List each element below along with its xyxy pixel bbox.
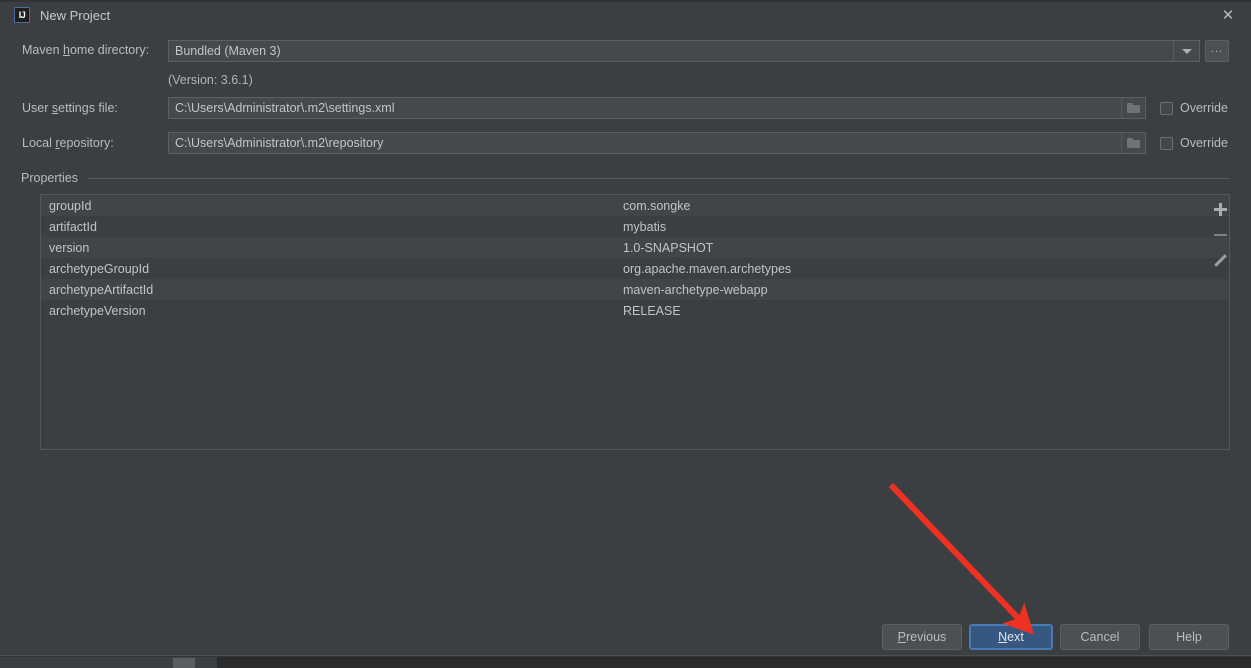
- intellij-idea-icon: IJ: [14, 7, 30, 23]
- maven-version-note: (Version: 3.6.1): [168, 73, 253, 87]
- table-row[interactable]: archetypeGroupId org.apache.maven.archety…: [41, 258, 1229, 279]
- folder-browse-icon[interactable]: [1121, 98, 1145, 118]
- property-key-cell: artifactId: [49, 219, 97, 234]
- properties-group-title: Properties: [21, 171, 84, 185]
- add-property-button[interactable]: [1207, 196, 1233, 222]
- local-repository-label-post: epository:: [59, 136, 114, 150]
- property-value-cell: RELEASE: [623, 303, 681, 318]
- property-value-cell: org.apache.maven.archetypes: [623, 261, 792, 276]
- table-row[interactable]: groupId com.songke: [41, 195, 1229, 216]
- maven-home-label-post: ome directory:: [69, 43, 150, 57]
- new-project-dialog: IJ New Project ✕ Maven home directory: B…: [0, 0, 1251, 668]
- cancel-button[interactable]: Cancel: [1060, 624, 1140, 650]
- property-value-cell: 1.0-SNAPSHOT: [623, 240, 714, 255]
- window-title: New Project: [40, 7, 111, 23]
- next-button[interactable]: Next: [969, 624, 1053, 650]
- previous-button-mnemonic: P: [897, 630, 907, 644]
- local-repository-value: C:\Users\Administrator\.m2\repository: [175, 136, 384, 150]
- user-settings-value: C:\Users\Administrator\.m2\settings.xml: [175, 101, 395, 115]
- previous-button[interactable]: Previous: [882, 624, 962, 650]
- user-settings-label-pre: User: [22, 101, 52, 115]
- checkbox-box: [1160, 101, 1173, 115]
- table-row[interactable]: artifactId mybatis: [41, 216, 1229, 237]
- user-settings-label: User settings file:: [22, 101, 118, 115]
- property-key-cell: archetypeArtifactId: [49, 282, 154, 297]
- remove-property-button[interactable]: [1207, 222, 1233, 248]
- minus-icon: [1213, 234, 1227, 236]
- checkbox-box: [1160, 136, 1173, 150]
- properties-group-divider: [88, 178, 1230, 179]
- property-key-cell: version: [49, 240, 90, 255]
- maven-home-value: Bundled (Maven 3): [175, 44, 281, 58]
- local-repository-input[interactable]: C:\Users\Administrator\.m2\repository: [168, 132, 1146, 154]
- user-settings-input[interactable]: C:\Users\Administrator\.m2\settings.xml: [168, 97, 1146, 119]
- property-key-cell: archetypeGroupId: [49, 261, 150, 276]
- title-bar: IJ New Project: [0, 0, 1251, 30]
- property-value-cell: mybatis: [623, 219, 667, 234]
- properties-table-toolbar: [1204, 196, 1236, 274]
- maven-home-label-mnemonic: h: [63, 43, 70, 57]
- table-row[interactable]: version 1.0-SNAPSHOT: [41, 237, 1229, 258]
- maven-home-label: Maven home directory:: [22, 43, 149, 57]
- local-repository-label: Local repository:: [22, 136, 114, 150]
- maven-home-label-pre: Maven: [22, 43, 63, 57]
- chevron-down-icon[interactable]: [1173, 41, 1199, 61]
- user-settings-label-post: ettings file:: [58, 101, 118, 115]
- previous-button-label: revious: [906, 630, 947, 644]
- bottom-bar-fill: [217, 657, 1251, 668]
- user-settings-override-checkbox[interactable]: Override: [1160, 101, 1228, 115]
- table-row[interactable]: archetypeVersion RELEASE: [41, 300, 1229, 321]
- properties-table[interactable]: groupId com.songke artifactId mybatis versio…: [40, 194, 1230, 450]
- help-button[interactable]: Help: [1149, 624, 1229, 650]
- pencil-icon: [1213, 254, 1227, 268]
- close-icon[interactable]: ✕: [1205, 0, 1251, 30]
- property-value-cell: com.songke: [623, 198, 691, 213]
- property-key-cell: groupId: [49, 198, 92, 213]
- local-repository-override-checkbox[interactable]: Override: [1160, 136, 1228, 150]
- horizontal-scrollbar-track[interactable]: [0, 657, 217, 668]
- title-bar-accent: [0, 0, 1251, 2]
- folder-browse-icon[interactable]: [1121, 133, 1145, 153]
- local-repository-override-label: Override: [1180, 136, 1228, 150]
- property-key-cell: archetypeVersion: [49, 303, 146, 318]
- local-repository-label-pre: Local: [22, 136, 56, 150]
- maven-home-browse-button[interactable]: ...: [1205, 40, 1229, 62]
- plus-icon: [1213, 202, 1227, 216]
- bottom-bar: [0, 656, 1251, 668]
- property-value-cell: maven-archetype-webapp: [623, 282, 768, 297]
- horizontal-scrollbar-thumb[interactable]: [173, 658, 195, 668]
- next-button-label: ext: [1007, 630, 1024, 644]
- table-row[interactable]: archetypeArtifactId maven-archetype-webap…: [41, 279, 1229, 300]
- next-button-mnemonic: N: [998, 630, 1008, 644]
- maven-home-combobox[interactable]: Bundled (Maven 3): [168, 40, 1200, 62]
- edit-property-button[interactable]: [1207, 248, 1233, 274]
- user-settings-override-label: Override: [1180, 101, 1228, 115]
